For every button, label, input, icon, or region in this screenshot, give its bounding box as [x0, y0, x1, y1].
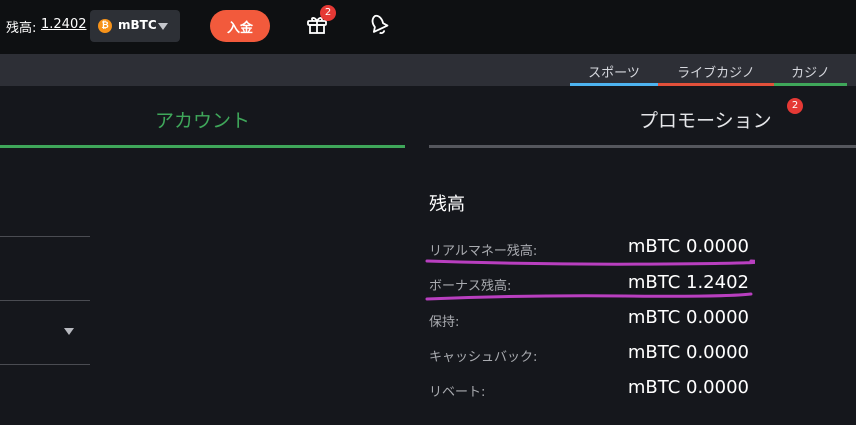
- form-divider: [0, 364, 90, 365]
- held-balance-value: mBTC 0.0000: [627, 307, 749, 328]
- balance-section-title: 残高: [429, 194, 465, 215]
- tab-promotion-label: プロモーション: [639, 110, 772, 132]
- highlight-underline: [425, 259, 755, 266]
- gift-button[interactable]: 2: [305, 5, 336, 36]
- tab-underline: [658, 83, 774, 86]
- held-balance-label: 保持:: [429, 315, 460, 330]
- deposit-button[interactable]: 入金: [210, 10, 270, 42]
- cashback-value: mBTC 0.0000: [627, 342, 749, 363]
- form-divider: [0, 300, 90, 301]
- subnav-tab-live-casino[interactable]: ライブカジノ: [658, 62, 774, 86]
- subnav-tab-label: スポーツ: [588, 66, 640, 81]
- bitcoin-icon: ₿: [98, 19, 112, 33]
- bell-icon: [371, 14, 389, 34]
- caret-down-icon: [158, 23, 168, 30]
- cashback-label: キャッシュバック:: [429, 350, 538, 365]
- tab-underline: [570, 83, 658, 86]
- category-nav: スポーツ ライブカジノ カジノ: [0, 54, 856, 86]
- gift-count-badge: 2: [320, 5, 336, 21]
- highlight-underline: [425, 292, 753, 301]
- form-divider: [0, 236, 90, 237]
- rebate-value: mBTC 0.0000: [627, 377, 749, 398]
- balance-label: 残高:: [6, 21, 37, 36]
- promotion-count-badge: 2: [787, 98, 803, 114]
- dropdown-caret-icon[interactable]: [64, 328, 74, 335]
- subnav-tab-label: カジノ: [791, 66, 830, 81]
- currency-label: mBTC: [118, 18, 157, 32]
- subnav-tab-label: ライブカジノ: [677, 66, 755, 81]
- tab-promotion-indicator: [429, 145, 856, 148]
- tab-account[interactable]: アカウント: [0, 96, 405, 148]
- top-bar: 残高: 1.2402 ₿ mBTC 入金 2: [0, 0, 856, 54]
- real-money-balance-value: mBTC 0.0000: [627, 236, 749, 257]
- rebate-label: リベート:: [429, 385, 486, 400]
- currency-select[interactable]: ₿ mBTC: [90, 10, 180, 42]
- subnav-tab-casino[interactable]: カジノ: [774, 62, 847, 86]
- notifications-button[interactable]: [366, 11, 392, 37]
- tab-account-indicator: [0, 145, 405, 148]
- balance-value-link[interactable]: 1.2402: [41, 17, 87, 32]
- tab-underline: [774, 83, 847, 86]
- subnav-tab-sports[interactable]: スポーツ: [570, 62, 658, 86]
- tab-promotion[interactable]: プロモーション 2: [429, 96, 856, 148]
- bonus-balance-value: mBTC 1.2402: [627, 272, 749, 293]
- tab-account-label: アカウント: [154, 110, 250, 132]
